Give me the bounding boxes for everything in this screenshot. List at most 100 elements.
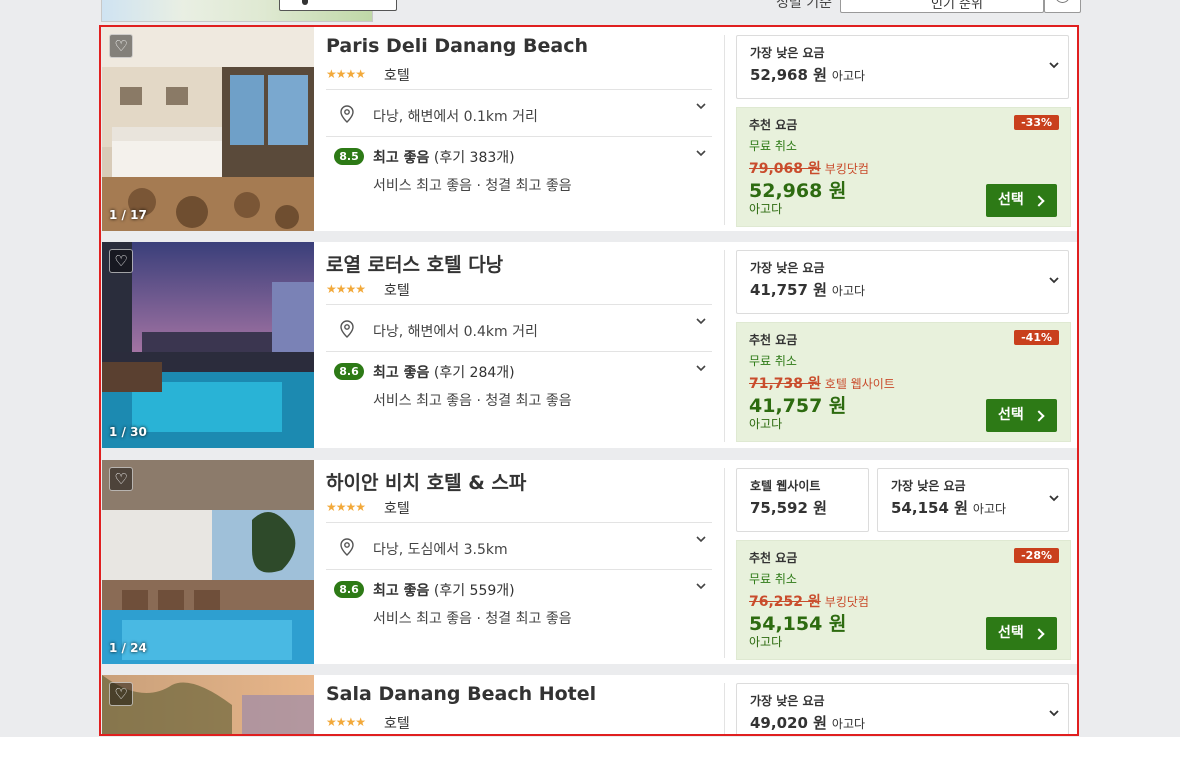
hotel-card[interactable]: ♡ Sala Danang Beach Hotel ★★★★ 호텔 가장 낮은 … xyxy=(102,675,1077,734)
lowest-price: 49,020 원 아고다 xyxy=(750,714,866,732)
hotel-location[interactable]: 다낭, 해변에서 0.1km 거리 xyxy=(373,106,538,126)
hotel-type: 호텔 xyxy=(384,716,410,732)
free-cancellation: 무료 취소 xyxy=(749,139,797,153)
star-rating: ★★★★ xyxy=(326,67,366,81)
review-count: (후기 284개) xyxy=(433,365,515,381)
vertical-divider xyxy=(724,35,725,225)
hotel-card[interactable]: ♡ 1 / 24 하이안 비치 호텔 & 스파 ★★★★ 호텔 다낭, 도심에서… xyxy=(102,460,1077,664)
select-button-label: 선택 xyxy=(998,625,1024,641)
favorite-heart-icon[interactable]: ♡ xyxy=(109,682,133,706)
chevron-right-icon xyxy=(1033,195,1045,207)
select-button-label: 선택 xyxy=(998,192,1024,208)
original-price: 71,738 원 호텔 웹사이트 xyxy=(749,376,895,392)
hotel-photo[interactable]: ♡ 1 / 17 xyxy=(102,27,314,231)
select-button[interactable]: 선택 xyxy=(986,399,1057,432)
location-pin-icon xyxy=(340,105,354,123)
chevron-down-icon xyxy=(1049,277,1059,284)
lowest-price-site: 아고다 xyxy=(831,284,866,298)
original-price: 76,252 원 부킹닷컴 xyxy=(749,594,869,610)
vertical-divider xyxy=(724,683,725,734)
hotel-website-price-box[interactable]: 호텔 웹사이트 75,592 원 xyxy=(736,468,869,532)
photo-counter: 1 / 24 xyxy=(109,641,147,655)
info-icon xyxy=(1055,0,1070,3)
sort-label: 정렬 기준 xyxy=(776,0,832,11)
recommended-label: 추천 요금 xyxy=(749,551,798,565)
recommended-label: 추천 요금 xyxy=(749,118,798,132)
lowest-price-site: 아고다 xyxy=(831,69,866,83)
review-summary[interactable]: 최고 좋음 (후기 284개) xyxy=(373,362,515,382)
deal-site: 아고다 xyxy=(749,417,783,431)
hotel-type: 호텔 xyxy=(384,283,410,299)
chevron-down-icon xyxy=(1049,62,1059,69)
review-count: (후기 559개) xyxy=(433,583,515,599)
chevron-down-icon[interactable] xyxy=(696,148,706,158)
hotel-pool-image xyxy=(102,460,314,664)
sort-select[interactable]: 인기 순위 xyxy=(840,0,1044,13)
discount-badge: -28% xyxy=(1014,548,1059,563)
chevron-right-icon xyxy=(1033,628,1045,640)
hotel-card[interactable]: ♡ 1 / 17 Paris Deli Danang Beach ★★★★ 호텔… xyxy=(102,27,1077,231)
divider xyxy=(326,569,712,570)
recommended-price-box: 추천 요금 -33% 무료 취소 79,068 원 부킹닷컴 52,968 원 아… xyxy=(736,107,1071,227)
rating-score-badge: 8.6 xyxy=(334,581,364,598)
chevron-down-icon[interactable] xyxy=(696,534,706,544)
hotel-name[interactable]: 하이안 비치 호텔 & 스파 xyxy=(326,468,526,495)
map-view-button[interactable] xyxy=(279,0,397,11)
hotel-type: 호텔 xyxy=(384,68,410,84)
hotel-name[interactable]: Paris Deli Danang Beach xyxy=(326,35,588,57)
chevron-down-icon[interactable] xyxy=(696,316,706,326)
divider xyxy=(326,304,712,305)
rating-text: 최고 좋음 xyxy=(373,583,430,599)
recommended-price-box: 추천 요금 -41% 무료 취소 71,738 원 호텔 웹사이트 41,757 … xyxy=(736,322,1071,442)
chevron-down-icon[interactable] xyxy=(696,581,706,591)
photo-counter: 1 / 17 xyxy=(109,208,147,222)
info-button[interactable] xyxy=(1044,0,1081,13)
sub-ratings: 서비스 최고 좋음 · 청결 최고 좋음 xyxy=(373,178,572,194)
lowest-price-box[interactable]: 가장 낮은 요금 41,757 원 아고다 xyxy=(736,250,1069,314)
hotel-photo[interactable]: ♡ 1 / 30 xyxy=(102,242,314,448)
discount-badge: -33% xyxy=(1014,115,1059,130)
lowest-price-label: 가장 낮은 요금 xyxy=(750,261,825,275)
select-button[interactable]: 선택 xyxy=(986,184,1057,217)
hotel-results-list: ♡ 1 / 17 Paris Deli Danang Beach ★★★★ 호텔… xyxy=(99,25,1079,736)
map-thumbnail[interactable] xyxy=(101,0,397,22)
discount-badge: -41% xyxy=(1014,330,1059,345)
deal-site: 아고다 xyxy=(749,635,783,649)
hotel-website-price: 75,592 원 xyxy=(750,499,827,517)
hotel-location[interactable]: 다낭, 도심에서 3.5km xyxy=(373,539,508,559)
map-pin-icon xyxy=(302,0,308,5)
hotel-name[interactable]: 로열 로터스 호텔 다낭 xyxy=(326,250,503,277)
hotel-photo[interactable]: ♡ xyxy=(102,675,314,734)
lowest-price-box[interactable]: 가장 낮은 요금 49,020 원 아고다 xyxy=(736,683,1069,734)
location-pin-icon xyxy=(340,538,354,556)
lowest-price-box[interactable]: 가장 낮은 요금 52,968 원 아고다 xyxy=(736,35,1069,99)
hotel-name[interactable]: Sala Danang Beach Hotel xyxy=(326,683,596,705)
star-rating: ★★★★ xyxy=(326,715,366,729)
original-price: 79,068 원 부킹닷컴 xyxy=(749,161,869,177)
rating-score-badge: 8.6 xyxy=(334,363,364,380)
select-button[interactable]: 선택 xyxy=(986,617,1057,650)
review-summary[interactable]: 최고 좋음 (후기 383개) xyxy=(373,147,515,167)
lowest-price-site: 아고다 xyxy=(831,717,866,731)
free-cancellation: 무료 취소 xyxy=(749,572,797,586)
original-price-site: 호텔 웹사이트 xyxy=(824,377,895,391)
chevron-down-icon[interactable] xyxy=(696,363,706,373)
lowest-price-site: 아고다 xyxy=(972,502,1007,516)
hotel-location[interactable]: 다낭, 해변에서 0.4km 거리 xyxy=(373,321,538,341)
sort-value: 인기 순위 xyxy=(931,0,983,12)
review-summary[interactable]: 최고 좋음 (후기 559개) xyxy=(373,580,515,600)
location-pin-icon xyxy=(340,320,354,338)
favorite-heart-icon[interactable]: ♡ xyxy=(109,34,133,58)
hotel-type: 호텔 xyxy=(384,501,410,517)
hotel-photo[interactable]: ♡ 1 / 24 xyxy=(102,460,314,664)
chevron-down-icon[interactable] xyxy=(696,101,706,111)
lowest-price-box[interactable]: 가장 낮은 요금 54,154 원 아고다 xyxy=(877,468,1069,532)
divider xyxy=(326,351,712,352)
vertical-divider xyxy=(724,250,725,442)
vertical-divider xyxy=(724,468,725,658)
favorite-heart-icon[interactable]: ♡ xyxy=(109,249,133,273)
star-rating: ★★★★ xyxy=(326,282,366,296)
hotel-card[interactable]: ♡ 1 / 30 로열 로터스 호텔 다낭 ★★★★ 호텔 다낭, 해변에서 0… xyxy=(102,242,1077,448)
hotel-beach-image xyxy=(102,675,314,734)
favorite-heart-icon[interactable]: ♡ xyxy=(109,467,133,491)
